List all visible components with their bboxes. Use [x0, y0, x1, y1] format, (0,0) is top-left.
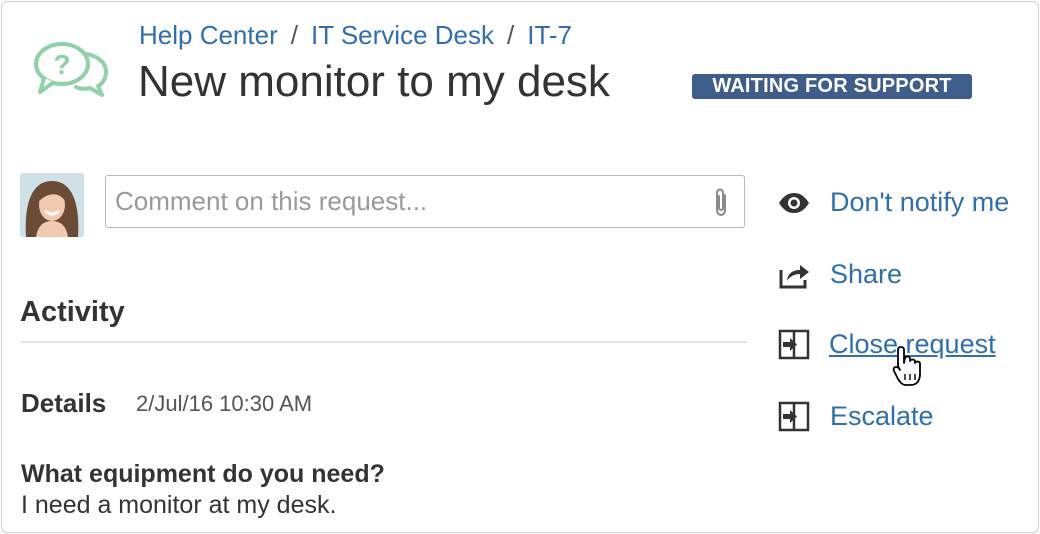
close-request-action[interactable]: Close request — [777, 324, 1032, 364]
eye-icon — [779, 193, 809, 213]
breadcrumb: Help Center / IT Service Desk / IT-7 — [139, 18, 572, 52]
details-label: Details — [21, 388, 107, 418]
activity-heading: Activity — [20, 296, 125, 328]
escalate-icon — [778, 401, 810, 432]
breadcrumb-separator: / — [290, 20, 298, 50]
dont-notify-me-action[interactable]: Don't notify me — [777, 182, 1032, 222]
close-request-icon — [778, 329, 810, 360]
breadcrumb-service-desk[interactable]: IT Service Desk — [311, 20, 494, 50]
share-action[interactable]: Share — [777, 254, 1032, 294]
user-photo — [20, 173, 84, 237]
request-card: ? Help Center / IT Service Desk / IT-7 New m… — [1, 1, 1039, 533]
field-question: What equipment do you need? — [21, 460, 385, 488]
share-icon — [779, 265, 809, 289]
close-request-label[interactable]: Close request — [829, 324, 996, 364]
breadcrumb-issue-key[interactable]: IT-7 — [527, 20, 572, 50]
help-center-logo-icon: ? — [34, 42, 108, 97]
breadcrumb-help-center[interactable]: Help Center — [139, 20, 278, 50]
escalate-label[interactable]: Escalate — [830, 396, 934, 436]
avatar — [20, 173, 84, 237]
divider — [20, 341, 747, 343]
share-label[interactable]: Share — [830, 254, 902, 294]
page-title: New monitor to my desk — [138, 57, 610, 106]
svg-text:?: ? — [53, 49, 70, 80]
paperclip-icon[interactable] — [710, 186, 732, 218]
comment-input[interactable] — [115, 176, 695, 227]
status-badge: WAITING FOR SUPPORT — [692, 74, 972, 99]
dont-notify-me-label[interactable]: Don't notify me — [830, 182, 1009, 222]
comment-box — [105, 175, 745, 228]
breadcrumb-separator: / — [506, 20, 515, 50]
details-date: 2/Jul/16 10:30 AM — [136, 391, 313, 416]
escalate-action[interactable]: Escalate — [777, 396, 1032, 436]
field-answer: I need a monitor at my desk. — [21, 491, 337, 519]
